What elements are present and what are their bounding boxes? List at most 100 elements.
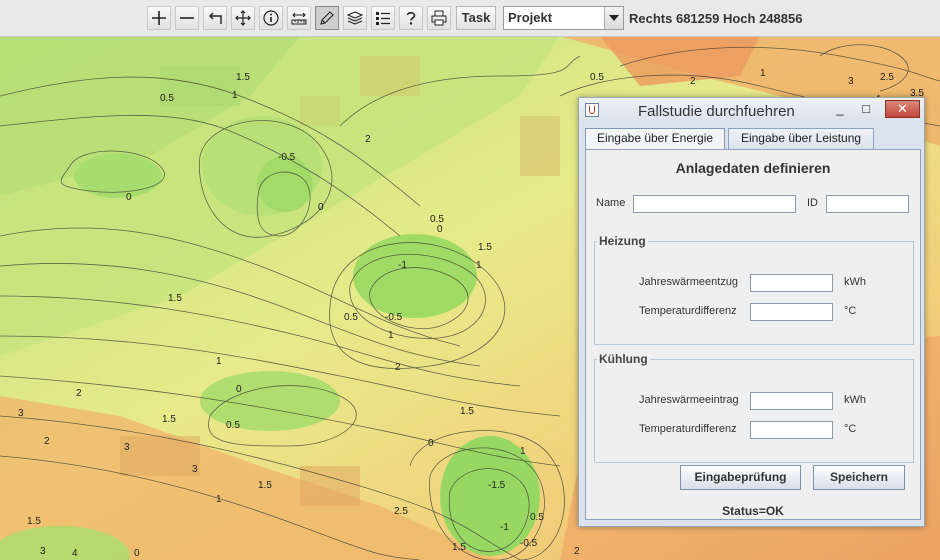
zoom-out-icon <box>180 17 194 19</box>
minimize-button[interactable]: _ <box>829 101 851 119</box>
pan-icon <box>235 10 251 26</box>
contour-label: 1 <box>216 494 222 505</box>
pan-button[interactable] <box>231 6 255 30</box>
contour-label: 1 <box>476 260 482 271</box>
contour-label: -1 <box>398 260 407 271</box>
print-icon <box>431 10 447 26</box>
heizung-temperaturdifferenz-input[interactable] <box>750 303 833 321</box>
kuehlung-temperaturdifferenz-input[interactable] <box>750 421 833 439</box>
jahreswaermeentzug-input[interactable] <box>750 274 833 292</box>
kuehlung-group <box>594 359 914 463</box>
contour-label: 0.5 <box>530 512 544 523</box>
dialog-titlebar[interactable]: Fallstudie durchfuehren _ □ ✕ <box>579 98 924 124</box>
id-label: ID <box>807 197 818 209</box>
kuehlung-title: Kühlung <box>597 352 650 366</box>
maximize-button[interactable]: □ <box>855 101 877 119</box>
heizung-temperaturdifferenz-label: Temperaturdifferenz <box>639 305 737 317</box>
zoom-in-button[interactable] <box>147 6 171 30</box>
status-text: Status=OK <box>722 504 784 518</box>
contour-label: 0.5 <box>344 312 358 323</box>
contour-label: 2.5 <box>394 506 408 517</box>
heizung-title: Heizung <box>597 234 648 248</box>
back-button[interactable] <box>203 6 227 30</box>
jahreswaermeeintrag-label: Jahreswärmeeintrag <box>639 394 739 406</box>
contour-label: 1 <box>232 90 238 101</box>
contour-label: 1.5 <box>460 406 474 417</box>
heizung-celsius-unit: °C <box>844 305 857 317</box>
eingabepruefung-button[interactable]: Eingabeprüfung <box>680 465 801 490</box>
contour-label: 1.5 <box>162 414 176 425</box>
contour-label: 3 <box>124 442 130 453</box>
contour-label: 1.5 <box>452 542 466 553</box>
contour-label: 0 <box>126 192 132 203</box>
kuehlung-temperaturdifferenz-label: Temperaturdifferenz <box>639 423 737 435</box>
jahreswaermeeintrag-input[interactable] <box>750 392 833 410</box>
measure-button[interactable] <box>287 6 311 30</box>
layers-button[interactable] <box>343 6 367 30</box>
pencil-button[interactable] <box>315 6 339 30</box>
task-button[interactable]: Task <box>456 6 496 30</box>
panel-heading: Anlagedaten definieren <box>675 160 831 176</box>
contour-label: 2 <box>574 546 580 557</box>
heizung-group <box>594 241 914 345</box>
contour-label: -0.5 <box>385 312 403 323</box>
contour-label: 2 <box>395 362 401 373</box>
contour-label: 3 <box>848 76 854 87</box>
contour-label: 0.5 <box>590 72 604 83</box>
project-dropdown-button[interactable] <box>604 7 623 29</box>
id-input[interactable] <box>826 195 909 213</box>
kuehlung-kwh-unit: kWh <box>844 394 866 406</box>
legend-icon <box>376 12 390 25</box>
map-toolbar: Task Projekt Rechts 681259 Hoch 248856 <box>0 0 940 37</box>
kuehlung-celsius-unit: °C <box>844 423 857 435</box>
back-icon <box>209 12 222 24</box>
contour-label: 2 <box>365 134 371 145</box>
pencil-icon <box>320 11 334 25</box>
measure-icon <box>291 12 307 25</box>
speichern-button[interactable]: Speichern <box>813 465 905 490</box>
print-button[interactable] <box>427 6 451 30</box>
contour-label: 1 <box>520 446 526 457</box>
info-button[interactable] <box>259 6 283 30</box>
project-select-value: Projekt <box>508 10 553 25</box>
legend-button[interactable] <box>371 6 395 30</box>
contour-label: 1.5 <box>236 72 250 83</box>
contour-label: 0 <box>428 438 434 449</box>
contour-label: 1.5 <box>258 480 272 491</box>
zoom-in-icon <box>152 11 166 25</box>
anlagedaten-panel: Anlagedaten definieren Name ID Heizung J… <box>585 149 921 520</box>
close-button[interactable]: ✕ <box>885 100 920 118</box>
zoom-out-button[interactable] <box>175 6 199 30</box>
contour-label: 1.5 <box>168 293 182 304</box>
contour-label: 2 <box>690 76 696 87</box>
help-button[interactable] <box>399 6 423 30</box>
contour-label: 2 <box>44 436 50 447</box>
contour-label: 0 <box>318 202 324 213</box>
heizung-kwh-unit: kWh <box>844 276 866 288</box>
java-app-icon <box>585 103 599 117</box>
contour-label: -1.5 <box>488 480 506 491</box>
jahreswaermeentzug-label: Jahreswärmeentzug <box>639 276 739 288</box>
contour-label: 1 <box>388 330 394 341</box>
tab-energie[interactable]: Eingabe über Energie <box>585 128 725 149</box>
contour-label: -0.5 <box>278 152 296 163</box>
layers-icon <box>347 11 363 25</box>
contour-label: 4 <box>72 548 78 559</box>
name-label: Name <box>596 197 626 209</box>
info-icon <box>263 10 279 26</box>
contour-label: 0.5 <box>226 420 240 431</box>
tab-leistung[interactable]: Eingabe über Leistung <box>728 128 874 149</box>
project-select[interactable]: Projekt <box>503 6 624 30</box>
contour-label: 1 <box>216 356 222 367</box>
contour-label: -0.5 <box>520 538 538 549</box>
contour-label: 3 <box>40 546 46 557</box>
contour-label: 0 <box>437 224 443 235</box>
contour-label: 0 <box>134 548 140 559</box>
contour-label: 1 <box>760 68 766 79</box>
contour-label: -1 <box>500 522 509 533</box>
contour-label: 1.5 <box>27 516 41 527</box>
dialog-title: Fallstudie durchfuehren <box>638 103 795 120</box>
name-input[interactable] <box>633 195 796 213</box>
contour-label: 2 <box>76 388 82 399</box>
contour-label: 0 <box>236 384 242 395</box>
